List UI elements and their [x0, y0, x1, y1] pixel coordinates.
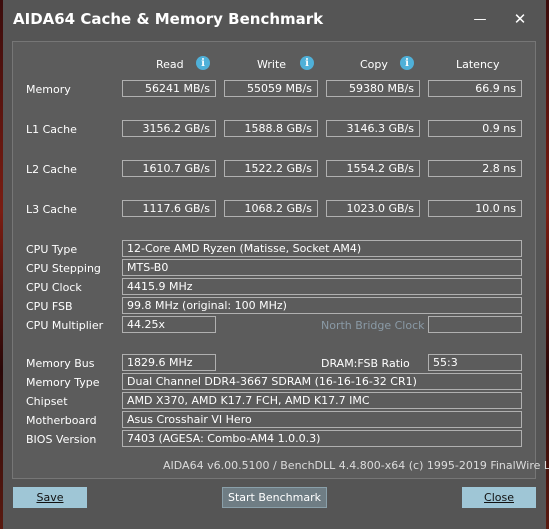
- l3-write-value: 1068.2 GB/s: [224, 200, 318, 217]
- memory-bus-label: Memory Bus: [26, 357, 95, 370]
- memory-read-value: 56241 MB/s: [122, 80, 216, 97]
- l2-cache-label: L2 Cache: [26, 163, 77, 176]
- cpu-multiplier-label: CPU Multiplier: [26, 319, 104, 332]
- cpu-clock-label: CPU Clock: [26, 281, 82, 294]
- l1-cache-label: L1 Cache: [26, 123, 77, 136]
- dram-fsb-ratio-value: 55:3: [428, 354, 522, 371]
- l2-write-value: 1522.2 GB/s: [224, 160, 318, 177]
- minimize-icon: —: [473, 11, 487, 27]
- cpu-stepping-value: MTS-B0: [122, 259, 522, 276]
- bios-version-label: BIOS Version: [26, 433, 97, 446]
- l3-cache-label: L3 Cache: [26, 203, 77, 216]
- motherboard-value: Asus Crosshair VI Hero: [122, 411, 522, 428]
- l3-latency-value: 10.0 ns: [428, 200, 522, 217]
- memory-type-value: Dual Channel DDR4-3667 SDRAM (16-16-16-3…: [122, 373, 522, 390]
- l2-latency-value: 2.8 ns: [428, 160, 522, 177]
- close-icon: ✕: [513, 10, 527, 28]
- close-button-label: Close: [484, 491, 514, 504]
- cpu-multiplier-value: 44.25x: [122, 316, 216, 333]
- cpu-type-label: CPU Type: [26, 243, 78, 256]
- l1-latency-value: 0.9 ns: [428, 120, 522, 137]
- close-window-button[interactable]: ✕: [508, 8, 532, 30]
- l2-copy-value: 1554.2 GB/s: [326, 160, 420, 177]
- dram-fsb-ratio-label: DRAM:FSB Ratio: [321, 357, 410, 370]
- l2-read-value: 1610.7 GB/s: [122, 160, 216, 177]
- write-info-icon[interactable]: i: [300, 56, 314, 70]
- north-bridge-clock-value: [428, 316, 522, 333]
- read-info-icon[interactable]: i: [196, 56, 210, 70]
- cpu-fsb-label: CPU FSB: [26, 300, 73, 313]
- l1-write-value: 1588.8 GB/s: [224, 120, 318, 137]
- column-header-read: Read: [156, 58, 184, 71]
- cpu-clock-value: 4415.9 MHz: [122, 278, 522, 295]
- l1-copy-value: 3146.3 GB/s: [326, 120, 420, 137]
- bios-version-value: 7403 (AGESA: Combo-AM4 1.0.0.3): [122, 430, 522, 447]
- memory-label: Memory: [26, 83, 71, 96]
- close-button[interactable]: Close: [462, 487, 536, 508]
- start-benchmark-label: Start Benchmark: [227, 491, 322, 504]
- cpu-fsb-value: 99.8 MHz (original: 100 MHz): [122, 297, 522, 314]
- l3-read-value: 1117.6 GB/s: [122, 200, 216, 217]
- memory-type-label: Memory Type: [26, 376, 100, 389]
- memory-latency-value: 66.9 ns: [428, 80, 522, 97]
- motherboard-label: Motherboard: [26, 414, 97, 427]
- save-button[interactable]: Save: [13, 487, 87, 508]
- column-header-copy: Copy: [360, 58, 388, 71]
- north-bridge-clock-label: North Bridge Clock: [321, 319, 425, 332]
- save-button-label: Save: [36, 491, 64, 504]
- cpu-stepping-label: CPU Stepping: [26, 262, 101, 275]
- version-footer: AIDA64 v6.00.5100 / BenchDLL 4.4.800-x64…: [163, 459, 549, 472]
- memory-write-value: 55059 MB/s: [224, 80, 318, 97]
- memory-bus-value: 1829.6 MHz: [122, 354, 216, 371]
- column-header-write: Write: [257, 58, 287, 71]
- column-header-latency: Latency: [456, 58, 500, 71]
- copy-info-icon[interactable]: i: [400, 56, 414, 70]
- title-bar[interactable]: AIDA64 Cache & Memory Benchmark — ✕: [0, 0, 549, 40]
- memory-copy-value: 59380 MB/s: [326, 80, 420, 97]
- l3-copy-value: 1023.0 GB/s: [326, 200, 420, 217]
- benchmark-window: AIDA64 Cache & Memory Benchmark — ✕ Read…: [0, 0, 549, 529]
- minimize-button[interactable]: —: [468, 8, 492, 30]
- chipset-label: Chipset: [26, 395, 68, 408]
- l1-read-value: 3156.2 GB/s: [122, 120, 216, 137]
- chipset-value: AMD X370, AMD K17.7 FCH, AMD K17.7 IMC: [122, 392, 522, 409]
- window-left-edge: [0, 0, 3, 529]
- start-benchmark-button[interactable]: Start Benchmark: [222, 487, 327, 508]
- window-title: AIDA64 Cache & Memory Benchmark: [13, 10, 324, 28]
- cpu-type-value: 12-Core AMD Ryzen (Matisse, Socket AM4): [122, 240, 522, 257]
